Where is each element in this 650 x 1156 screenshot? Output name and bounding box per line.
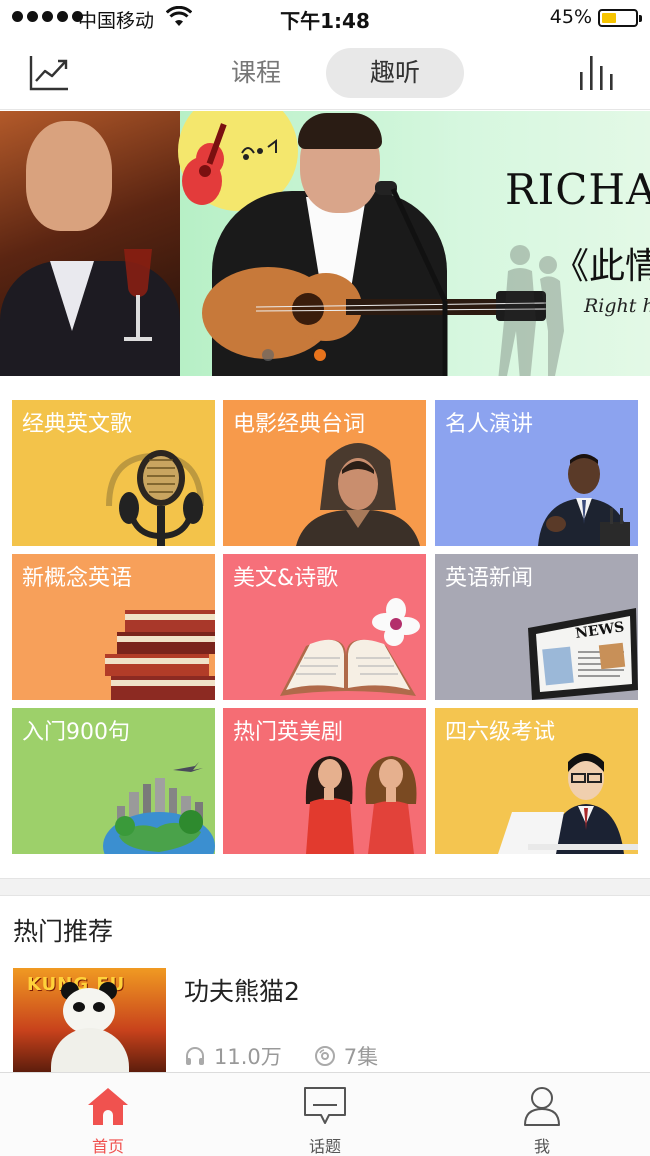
battery-percent: 45% (549, 6, 592, 28)
headphones-mic-icon (106, 450, 204, 546)
category-tile-prose-poetry[interactable]: 美文&诗歌 (223, 554, 426, 700)
tab-course[interactable]: 课程 (198, 48, 314, 98)
category-label: 美文&诗歌 (233, 566, 339, 591)
category-label: 四六级考试 (445, 720, 556, 745)
banner-subtitle: 《此情 (553, 246, 650, 287)
carousel-page-indicator (262, 349, 326, 361)
category-label: 名人演讲 (445, 412, 534, 437)
episode-count: 7集 (343, 1045, 379, 1069)
battery-icon (598, 9, 642, 27)
microphone-stand-image (375, 181, 448, 376)
listen-count: 11.0万 (214, 1045, 282, 1069)
tab-label: 话题 (308, 1137, 341, 1156)
tab-me[interactable]: 我 (434, 1073, 650, 1156)
open-book-flower-icon (280, 598, 420, 696)
speaker-podium-icon (538, 454, 630, 546)
category-tile-hot-tv-series[interactable]: 热门英美剧 (223, 708, 426, 854)
banner-title: RICHAR (505, 165, 650, 214)
home-icon (88, 1088, 128, 1125)
recommend-thumbnail: KUNG FU (13, 968, 166, 1072)
promo-banner-carousel[interactable]: RICHAR 《此情 Right he (0, 111, 650, 376)
section-title-hot-recommend: 热门推荐 (13, 917, 114, 946)
list-item[interactable]: KUNG FU 功夫熊猫2 11.0万 7集 (13, 968, 638, 1072)
banner-caption: Right he (584, 295, 650, 317)
tab-label: 首页 (91, 1137, 124, 1156)
category-label: 经典英文歌 (22, 412, 133, 437)
tab-home[interactable]: 首页 (0, 1073, 216, 1156)
banner-prev-slide-image (0, 111, 180, 376)
category-tile-new-concept[interactable]: 新概念英语 (12, 554, 215, 700)
category-label: 热门英美剧 (233, 720, 344, 745)
category-tile-english-news[interactable]: 英语新闻 NEWS (435, 554, 638, 700)
trend-chart-icon[interactable] (28, 54, 70, 92)
chat-bubble-icon (304, 1087, 346, 1124)
user-icon (524, 1087, 560, 1126)
books-stack-icon (105, 610, 215, 700)
recommend-title: 功夫熊猫2 (184, 977, 300, 1006)
movie-actor-icon (296, 443, 420, 546)
tab-fun-listening[interactable]: 趣听 (326, 48, 464, 98)
carousel-dot[interactable] (262, 349, 274, 361)
disc-icon (314, 1046, 335, 1066)
category-label: 英语新闻 (445, 566, 534, 591)
recommend-meta: 11.0万 7集 (184, 1042, 378, 1070)
status-bar: 中国移动 下午1:48 45% (0, 0, 650, 36)
student-exam-icon (498, 753, 638, 854)
category-label: 新概念英语 (22, 566, 133, 591)
tab-topics[interactable]: 话题 (217, 1073, 433, 1156)
segment-tabs: 课程 趣听 (198, 48, 466, 98)
category-tile-classic-songs[interactable]: 经典英文歌 (12, 400, 215, 546)
carousel-dot-active[interactable] (314, 349, 326, 361)
section-divider (0, 878, 650, 896)
category-tile-movie-lines[interactable]: 电影经典台词 (223, 400, 426, 546)
tablet-news-icon: NEWS (528, 608, 638, 700)
category-tile-cet-exam[interactable]: 四六级考试 (435, 708, 638, 854)
bottom-tab-bar: 首页 话题 我 (0, 1072, 650, 1156)
category-tile-famous-speeches[interactable]: 名人演讲 (435, 400, 638, 546)
top-nav-bar: 课程 趣听 (0, 36, 650, 110)
headphones-icon (186, 1047, 204, 1065)
tab-label: 我 (533, 1137, 550, 1156)
category-tile-beginner-900[interactable]: 入门900句 (12, 708, 215, 854)
globe-city-icon (103, 762, 215, 854)
tv-actresses-icon (305, 756, 417, 854)
equalizer-icon[interactable] (578, 54, 620, 92)
